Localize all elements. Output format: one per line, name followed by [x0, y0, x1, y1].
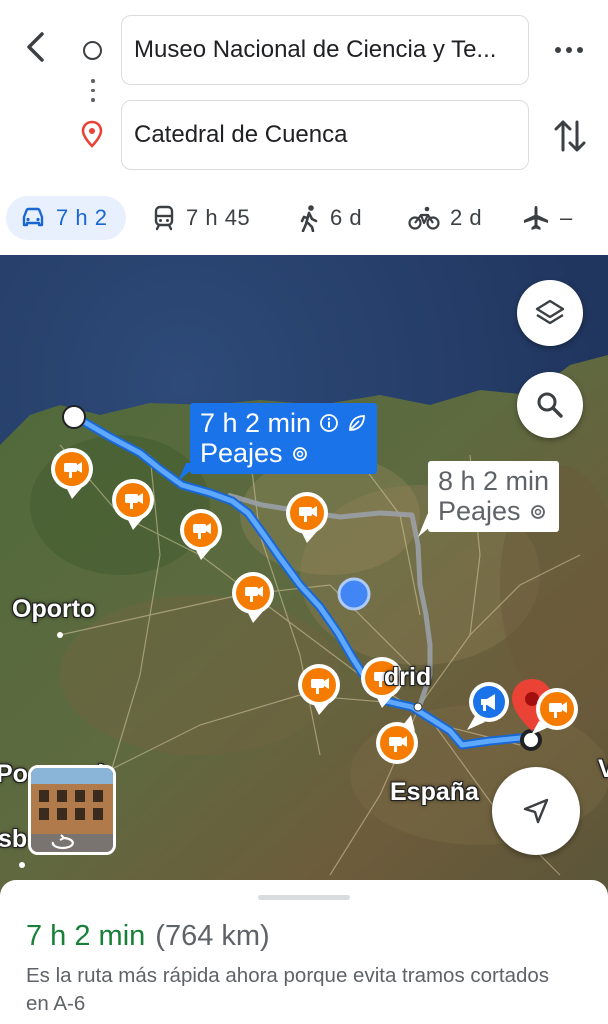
swap-button[interactable] [553, 116, 587, 156]
more-dots-icon [555, 47, 583, 53]
swap-arrows-icon [554, 120, 586, 152]
back-button[interactable] [18, 28, 54, 68]
start-navigation-button[interactable] [492, 767, 580, 855]
origin-field[interactable]: Museo Nacional de Ciencia y Te... [121, 15, 529, 85]
label-oporto: Oporto [12, 595, 96, 623]
tab-flight-label: – [560, 205, 573, 230]
route-dots-icon [91, 79, 95, 107]
toll-icon [292, 447, 307, 461]
tab-bike[interactable]: 2 d [408, 196, 482, 240]
label-madrid: drid [384, 663, 432, 691]
destination-field[interactable]: Catedral de Cuenca [121, 100, 529, 170]
layers-icon [535, 299, 565, 325]
primary-route-time: 7 h 2 min [200, 408, 312, 438]
walking-icon [300, 205, 318, 232]
alt-route-callout[interactable]: 8 h 2 min Peajes [428, 461, 560, 532]
directions-header: Museo Nacional de Ciencia y Te... Catedr… [0, 0, 608, 255]
route-summary: 7 h 2 min (764 km) [26, 920, 270, 953]
primary-route-note: Peajes [200, 438, 283, 468]
tab-transit[interactable]: 7 h 45 [152, 196, 250, 240]
summary-distance: (764 km) [155, 920, 270, 952]
label-espana: España [390, 778, 479, 806]
more-options-button[interactable] [552, 37, 586, 63]
label-edge: V [598, 755, 608, 783]
route-summary-sheet[interactable]: 7 h 2 min (764 km) Es la ruta más rápida … [0, 880, 608, 1024]
travel-mode-tabs: 7 h 2 7 h 45 6 d 2 d – [0, 190, 608, 248]
sheet-drag-handle[interactable] [258, 895, 350, 900]
plane-icon [524, 206, 548, 230]
origin-circle-icon [83, 41, 102, 60]
tab-car-label: 7 h 2 [56, 205, 108, 230]
route-description: Es la ruta más rápida ahora porque evita… [26, 964, 550, 1015]
search-icon [537, 392, 563, 418]
destination-pin-icon [81, 120, 103, 148]
tab-bike-label: 2 d [450, 205, 483, 230]
map-view[interactable]: 7 h 2 min Peajes 8 h 2 min Peajes Oporto… [0, 255, 608, 895]
layers-button[interactable] [517, 280, 583, 346]
primary-route-callout[interactable]: 7 h 2 min Peajes [190, 403, 378, 474]
alt-route-time: 8 h 2 min [438, 466, 550, 496]
car-icon [22, 207, 44, 227]
street-view-thumbnail[interactable] [28, 765, 116, 855]
train-icon [154, 205, 174, 231]
route-end-marker [520, 729, 542, 751]
label-lisboa: sb [0, 825, 28, 853]
info-icon [320, 414, 338, 432]
eco-leaf-icon [349, 415, 365, 431]
toll-icon [530, 505, 545, 519]
navigation-arrow-icon [523, 798, 549, 824]
tab-walk[interactable]: 6 d [298, 196, 362, 240]
route-start-marker [62, 405, 86, 429]
back-arrow-icon [27, 32, 44, 62]
tab-walk-label: 6 d [330, 205, 363, 230]
current-location-dot [337, 577, 371, 611]
search-along-route-button[interactable] [517, 372, 583, 438]
tab-flight[interactable]: – [522, 196, 573, 240]
tab-transit-label: 7 h 45 [186, 205, 251, 230]
summary-time: 7 h 2 min [26, 920, 146, 952]
alt-route-note: Peajes [438, 496, 521, 526]
tab-car[interactable]: 7 h 2 [6, 196, 126, 240]
bicycle-icon [408, 206, 440, 230]
street-view-photo [31, 768, 113, 852]
